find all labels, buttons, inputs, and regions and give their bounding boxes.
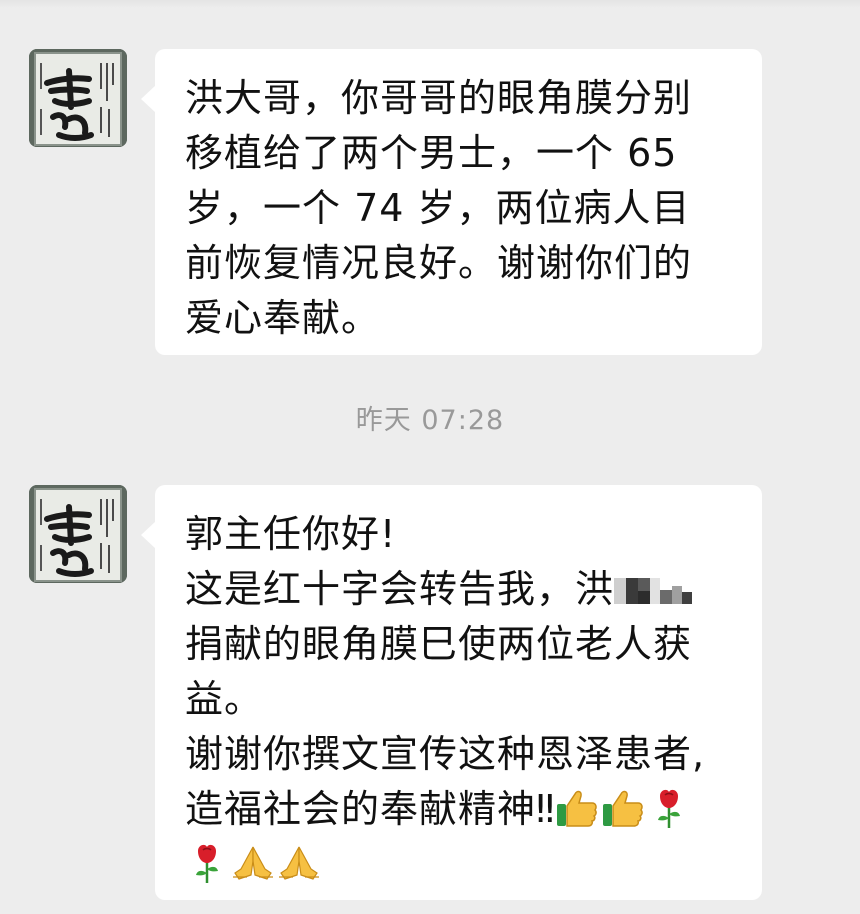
chat-view: 洪大哥，你哥哥的眼角膜分别 移植给了两个男士，一个 65 岁，一个 74 岁，两… [0,0,860,914]
message-line: 郭主任你好! [185,512,397,556]
message-text: 郭主任你好! 这是红十字会转告我，洪 捐献的眼角膜巳使两位老人获 益。 谢谢你撰… [185,507,738,892]
top-divider [0,0,860,8]
message-line: 洪大哥，你哥哥的眼角膜分别 [185,76,693,120]
message-line: 益。 [185,677,264,721]
message-line: 捐献的眼角膜巳使两位老人获 [185,622,693,666]
rose-icon [658,789,681,828]
message-line-emojis [185,837,738,892]
message-line: 爱心奉献。 [185,296,381,340]
message-line: 造福社会的奉献精神‼ [185,787,556,831]
message-bubble[interactable]: 洪大哥，你哥哥的眼角膜分别 移植给了两个男士，一个 65 岁，一个 74 岁，两… [141,49,762,355]
calligraphy-scroll-icon [29,485,127,583]
message-line: 这是红十字会转告我，洪 [185,567,615,611]
rose-icon [196,844,218,883]
message-bubble[interactable]: 郭主任你好! 这是红十字会转告我，洪 捐献的眼角膜巳使两位老人获 益。 谢谢你撰… [141,485,762,900]
redacted-name-mosaic [614,578,693,604]
message-line: 移植给了两个男士，一个 65 [185,131,678,175]
thumbs-up-icon [603,790,644,827]
message-timestamp: 昨天 07:28 [355,405,505,436]
praying-hands-icon [233,846,273,880]
message-line-with-emojis: 造福社会的奉献精神‼ [185,782,738,837]
avatar[interactable] [29,485,127,583]
calligraphy-scroll-icon [29,49,127,147]
thumbs-up-icon [557,790,598,827]
avatar[interactable] [29,49,127,147]
message-line-with-redaction: 这是红十字会转告我，洪 [185,562,738,617]
message-line: 前恢复情况良好。谢谢你们的 [185,241,693,285]
message-line: 谢谢你撰文宣传这种恩泽患者, [185,732,706,776]
message-text: 洪大哥，你哥哥的眼角膜分别 移植给了两个男士，一个 65 岁，一个 74 岁，两… [185,71,738,346]
message-line: 岁，一个 74 岁，两位病人目 [185,186,691,230]
praying-hands-icon [279,846,319,880]
